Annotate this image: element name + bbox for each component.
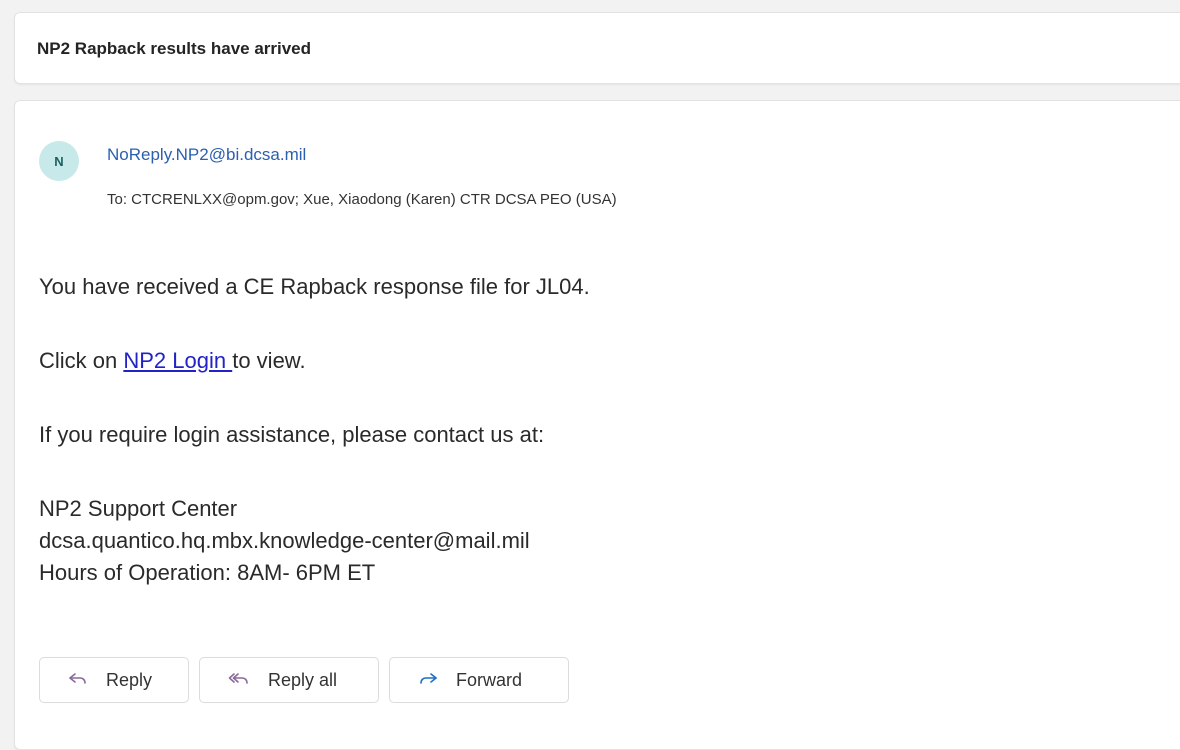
reply-arrow-icon xyxy=(68,671,88,690)
subject-header: NP2 Rapback results have arrived xyxy=(14,12,1180,84)
sender-address[interactable]: NoReply.NP2@bi.dcsa.mil xyxy=(107,145,306,165)
avatar-initial: N xyxy=(54,153,64,169)
forward-arrow-icon xyxy=(418,671,438,690)
body-line-received: You have received a CE Rapback response … xyxy=(39,274,590,299)
support-name: NP2 Support Center xyxy=(39,496,238,521)
support-hours: Hours of Operation: 8AM- 6PM ET xyxy=(39,559,376,585)
forward-button[interactable]: Forward xyxy=(389,657,569,703)
login-prefix: Click on xyxy=(39,348,124,373)
reply-all-button[interactable]: Reply all xyxy=(199,657,379,703)
login-suffix: to view. xyxy=(232,348,306,373)
email-subject: NP2 Rapback results have arrived xyxy=(37,39,312,58)
body-line-assistance: If you require login assistance, please … xyxy=(39,422,545,447)
reply-all-label: Reply all xyxy=(268,669,338,690)
sender-avatar[interactable]: N xyxy=(39,141,79,181)
forward-label: Forward xyxy=(456,669,523,690)
support-email: dcsa.quantico.hq.mbx.knowledge-center@ma… xyxy=(39,527,530,553)
reply-button[interactable]: Reply xyxy=(39,657,189,703)
np2-login-link[interactable]: NP2 Login xyxy=(123,348,232,373)
message-card: N NoReply.NP2@bi.dcsa.mil To: CTCRENLXX@… xyxy=(14,100,1180,750)
recipients-line: To: CTCRENLXX@opm.gov; Xue, Xiaodong (Ka… xyxy=(107,191,617,208)
message-actions: Reply Reply all Forward xyxy=(39,657,569,703)
reply-label: Reply xyxy=(106,669,153,690)
reply-all-arrow-icon xyxy=(228,671,250,690)
body-line-login: Click on NP2 Login to view. xyxy=(39,345,306,377)
support-block: NP2 Support Center dcsa.quantico.hq.mbx.… xyxy=(39,493,530,589)
